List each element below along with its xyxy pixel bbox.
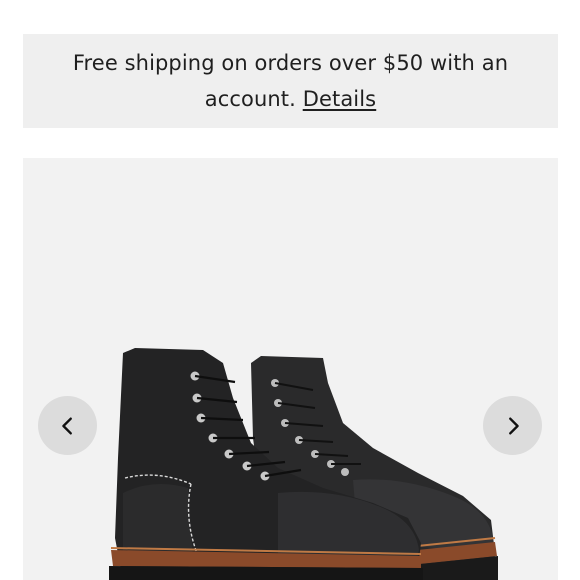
chevron-left-icon bbox=[61, 416, 72, 435]
promo-text: Free shipping on orders over $50 with an… bbox=[71, 45, 511, 117]
next-image-button[interactable] bbox=[483, 396, 542, 455]
shipping-promo-banner: Free shipping on orders over $50 with an… bbox=[23, 34, 558, 128]
chevron-right-icon bbox=[508, 416, 519, 435]
product-page: Free shipping on orders over $50 with an… bbox=[0, 0, 580, 580]
promo-message: Free shipping on orders over $50 with an… bbox=[72, 51, 509, 111]
previous-image-button[interactable] bbox=[38, 396, 97, 455]
product-image bbox=[109, 348, 498, 580]
product-image-gallery bbox=[23, 158, 558, 580]
promo-details-link[interactable]: Details bbox=[303, 87, 377, 111]
